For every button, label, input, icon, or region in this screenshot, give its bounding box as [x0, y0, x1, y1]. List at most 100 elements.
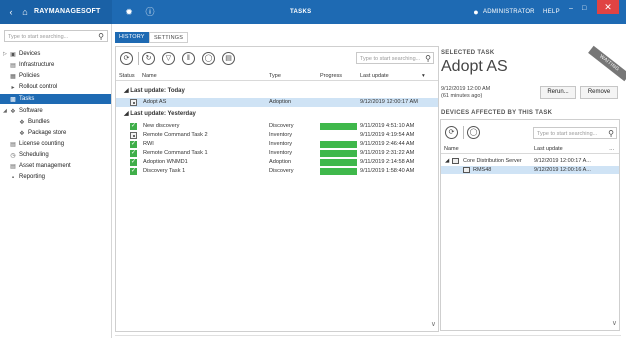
check-icon: ✓ — [130, 123, 137, 130]
sidebar-item-software[interactable]: ❖ Software — [0, 106, 111, 116]
task-name: Remote Command Task 2 — [143, 132, 208, 138]
sidebar-item-policies[interactable]: ▦ Policies — [0, 71, 111, 81]
tab-settings[interactable]: SETTINGS — [149, 32, 189, 43]
table-row[interactable]: Remote Command Task 2 Inventory 9/11/201… — [116, 131, 438, 140]
selected-task-title: Adopt AS — [441, 58, 508, 75]
filter-icon[interactable]: ▽ — [162, 52, 175, 65]
refresh-icon[interactable]: ⟳ — [445, 126, 458, 139]
help-link[interactable]: HELP — [543, 9, 560, 15]
table-row[interactable]: ✓ Adoption WNMD1 Adoption 9/11/2019 2:14… — [116, 158, 438, 167]
group-header-today[interactable]: ◢ Last update: Today — [124, 87, 185, 94]
sidebar-item-package-store[interactable]: ❖ Package store — [0, 128, 111, 138]
package-store-icon: ❖ — [19, 131, 25, 137]
user-name[interactable]: ADMINISTRATOR — [483, 9, 535, 15]
sidebar-item-label: Tasks — [19, 96, 35, 102]
check-icon: ✓ — [130, 159, 137, 166]
table-row[interactable]: Adopt AS Adoption 9/12/2019 12:00:17 AM — [116, 98, 438, 107]
sort-icon[interactable]: ▾ — [422, 73, 425, 79]
table-row[interactable]: ✓ Discovery Task 1 Discovery 9/11/2019 1… — [116, 167, 438, 176]
table-row[interactable]: ✓ RWI Inventory 9/11/2019 2:46:44 AM — [116, 140, 438, 149]
settings-icon[interactable]: ✹ — [124, 7, 134, 17]
software-icon: ❖ — [10, 109, 16, 115]
column-type[interactable]: Type — [269, 73, 281, 79]
table-row[interactable]: ✓ Remote Command Task 1 Inventory 9/11/2… — [116, 149, 438, 158]
close-icon[interactable]: ✕ — [597, 0, 619, 14]
title-bar: ‹ ⌂ RAYMANAGESOFT ✹ ⓘ TASKS ● ADMINISTRA… — [0, 0, 626, 24]
task-name: Adoption WNMD1 — [143, 159, 188, 165]
column-name[interactable]: Name — [444, 146, 459, 152]
sidebar-item-license-counting[interactable]: ▤ License counting — [0, 139, 111, 149]
devices-icon: ▣ — [10, 52, 16, 58]
more-icon[interactable]: … — [609, 146, 615, 152]
page-title: TASKS — [290, 9, 312, 15]
device-row[interactable]: ◢ Core Distribution Server 9/12/2019 12:… — [441, 157, 619, 165]
task-type: Adoption — [269, 159, 292, 165]
device-name: RMS48 — [473, 167, 492, 173]
device-last-update: 9/12/2019 12:00:17 A... — [534, 158, 591, 164]
devices-box: ⟳ ◯ Type to start searching... ⚲ Name La… — [440, 119, 620, 331]
sidebar-item-tasks[interactable]: ▩ Tasks — [0, 94, 111, 104]
column-progress[interactable]: Progress — [320, 73, 342, 79]
minimize-icon[interactable]: – — [569, 5, 573, 12]
task-name: New discovery — [143, 123, 180, 129]
sidebar-item-label: Infrastructure — [19, 62, 55, 68]
column-last-update[interactable]: Last update — [534, 146, 563, 152]
collapse-icon[interactable]: ◢ — [445, 158, 449, 164]
task-type: Inventory — [269, 141, 293, 147]
progress-bar — [320, 168, 357, 175]
task-name: RWI — [143, 141, 154, 147]
sidebar-search-input[interactable]: Type to start searching... ⚲ — [4, 30, 108, 42]
rerun-button[interactable]: Rerun... — [540, 86, 576, 99]
sidebar-item-rollout-control[interactable]: ▸ Rollout control — [0, 82, 111, 92]
task-type: Inventory — [269, 132, 293, 138]
sidebar-item-infrastructure[interactable]: ▤ Infrastructure — [0, 60, 111, 70]
columns-icon[interactable]: ‖ — [182, 52, 195, 65]
tasks-search-placeholder: Type to start searching... — [360, 56, 421, 62]
share-icon[interactable]: ↻ — [142, 52, 155, 65]
progress-bar — [320, 159, 357, 166]
tasks-column-header: Status Name Type Progress Last update ▾ — [116, 71, 438, 81]
group-header-yesterday[interactable]: ◢ Last update: Yesterday — [124, 110, 196, 117]
sidebar-item-bundles[interactable]: ❖ Bundles — [0, 117, 111, 127]
search-icon[interactable]: ⚲ — [608, 129, 614, 138]
task-name: Adopt AS — [143, 99, 167, 105]
computer-icon — [463, 167, 470, 173]
sidebar-item-reporting[interactable]: ▪ Reporting — [0, 172, 111, 182]
tasks-search-input[interactable]: Type to start searching... ⚲ — [356, 52, 434, 64]
sidebar-item-label: Package store — [28, 130, 67, 136]
remove-button[interactable]: Remove — [580, 86, 618, 99]
column-last-update[interactable]: Last update — [360, 73, 389, 79]
back-icon[interactable]: ‹ — [6, 7, 16, 17]
toolbar-divider — [138, 52, 139, 65]
search-icon[interactable]: ⚲ — [98, 32, 104, 41]
sidebar-item-devices[interactable]: ▣ Devices — [0, 49, 111, 59]
devices-search-input[interactable]: Type to start searching... ⚲ — [533, 127, 617, 139]
search-icon[interactable]: ⚲ — [425, 54, 431, 63]
refresh-icon[interactable]: ⟳ — [120, 52, 133, 65]
tasks-icon: ▩ — [10, 97, 16, 103]
sidebar-item-label: Reporting — [19, 174, 46, 180]
task-last-update: 9/12/2019 12:00:17 AM — [360, 99, 418, 105]
task-last-update: 9/11/2019 2:46:44 AM — [360, 141, 415, 147]
reporting-icon: ▪ — [11, 175, 15, 181]
maximize-icon[interactable]: □ — [582, 5, 586, 12]
home-icon[interactable]: ⌂ — [20, 7, 30, 17]
rollout-icon: ▸ — [11, 85, 15, 91]
column-name[interactable]: Name — [142, 73, 157, 79]
device-row[interactable]: RMS48 9/12/2019 12:00:16 A... — [441, 166, 619, 174]
info-icon[interactable]: ⓘ — [145, 7, 155, 17]
sidebar-item-scheduling[interactable]: ◷ Scheduling — [0, 150, 111, 160]
scroll-down-icon[interactable]: ∨ — [612, 319, 617, 327]
table-row[interactable]: ✓ New discovery Discovery 9/11/2019 4:51… — [116, 122, 438, 131]
sidebar-item-asset-management[interactable]: ▤ Asset management — [0, 161, 111, 171]
column-status[interactable]: Status — [119, 73, 135, 79]
device-name: Core Distribution Server — [463, 158, 522, 164]
tab-history[interactable]: HISTORY — [115, 32, 149, 43]
policies-icon: ▦ — [10, 74, 16, 80]
task-type: Adoption — [269, 99, 292, 105]
export-icon[interactable]: ◯ — [202, 52, 215, 65]
sidebar: Type to start searching... ⚲ ▷ ▣ Devices … — [0, 24, 112, 338]
remote-icon[interactable]: ◯ — [467, 126, 480, 139]
scroll-down-icon[interactable]: ∨ — [431, 320, 436, 328]
calendar-icon[interactable]: ▤ — [222, 52, 235, 65]
